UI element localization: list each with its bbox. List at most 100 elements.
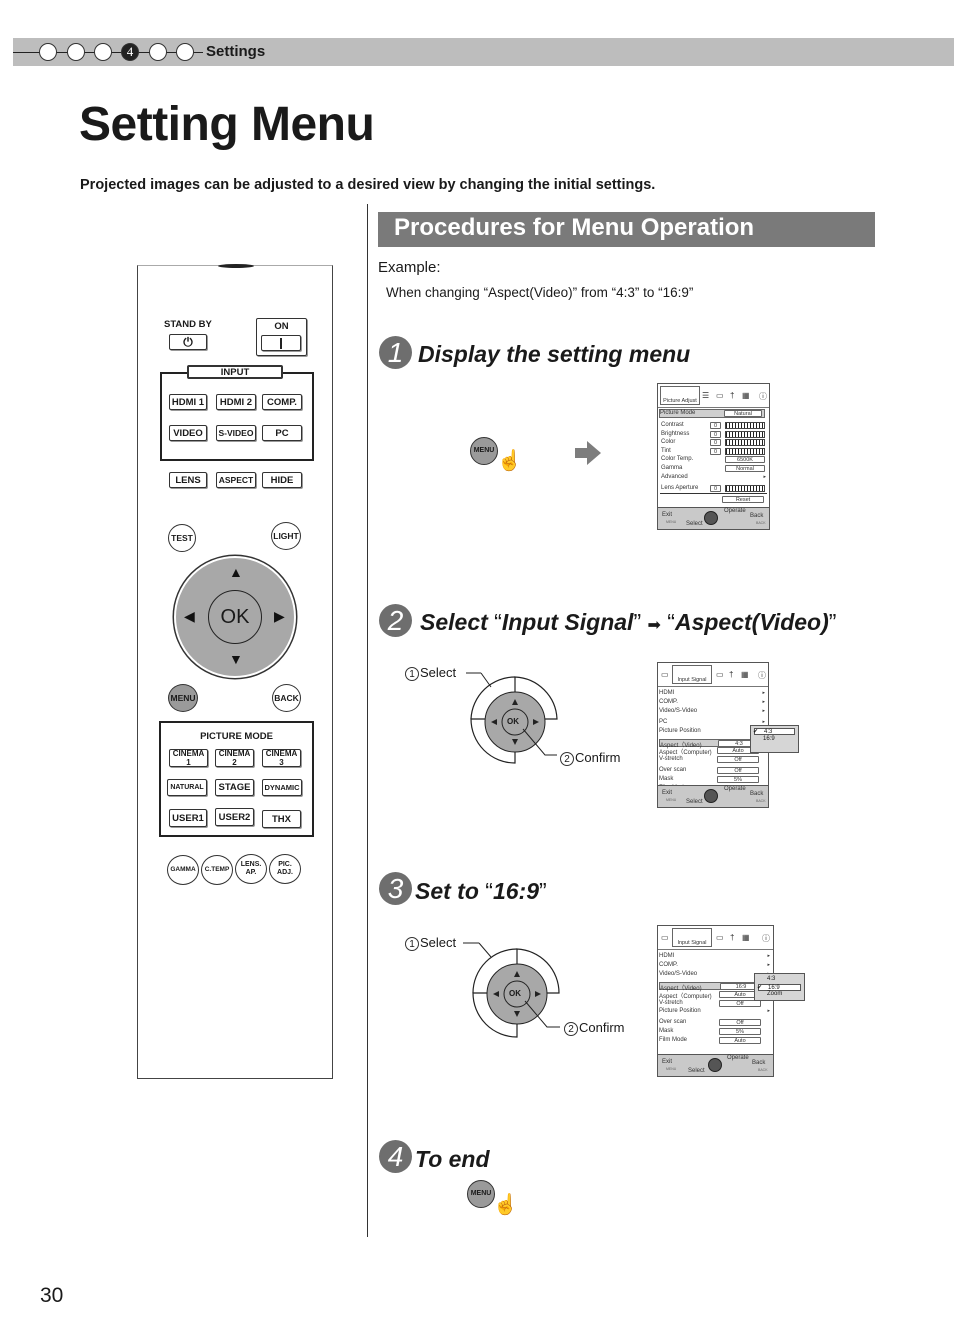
- osd-icon-bar: ▭ Input Signal ▭ † ▦ ⓘ: [658, 926, 773, 950]
- footer-back-key: BACK: [756, 521, 766, 525]
- button-label: CINEMA: [265, 749, 298, 758]
- cinema2-button[interactable]: CINEMA 2: [215, 749, 254, 767]
- title-part: 16:9: [492, 878, 539, 904]
- footer-select: Select: [686, 521, 703, 527]
- row-label: Over scan: [659, 1019, 687, 1026]
- select-text: Select: [420, 665, 457, 680]
- title-part: “: [494, 609, 502, 635]
- title-part: “: [485, 878, 493, 904]
- row-value: Off: [717, 767, 759, 775]
- row-label: PC: [659, 718, 668, 725]
- osd-row: Over scan Off: [659, 1019, 770, 1027]
- osd-row: COMP. ▸: [659, 962, 770, 970]
- footer-back-key: BACK: [756, 799, 766, 803]
- dynamic-button[interactable]: DYNAMIC: [262, 779, 302, 796]
- osd-row: HDMI ▸: [659, 690, 765, 698]
- osd-row: HDMI ▸: [659, 953, 770, 961]
- down-arrow-button[interactable]: ▼: [229, 651, 243, 667]
- info-icon: ⓘ: [758, 671, 766, 680]
- osd-tab-picture-adjust: Picture Adjust: [660, 386, 700, 405]
- ctemp-button[interactable]: C.TEMP: [201, 855, 233, 885]
- user1-button[interactable]: USER1: [169, 809, 207, 827]
- osd-row: COMP. ▸: [659, 699, 765, 707]
- comp-button[interactable]: COMP.: [262, 394, 302, 410]
- row-label: Mask: [659, 776, 674, 783]
- thx-button[interactable]: THX: [262, 810, 301, 828]
- row-value: Off: [719, 1019, 761, 1027]
- osd-row: Lens Aperture 0: [661, 485, 766, 493]
- row-slider: [725, 485, 765, 492]
- user2-button[interactable]: USER2: [215, 808, 254, 826]
- footer-exit-key: MENU: [666, 798, 677, 802]
- hdmi1-button[interactable]: HDMI 1: [169, 394, 207, 410]
- on-button[interactable]: [261, 335, 301, 351]
- popup-option-label: 16:9: [763, 735, 775, 742]
- row-value: Normal: [725, 465, 765, 472]
- cinema3-button[interactable]: CINEMA 3: [262, 749, 301, 767]
- chapter-header-bar: 4 Settings: [13, 38, 954, 66]
- step-1-number: 1: [379, 336, 412, 369]
- row-number: 0: [710, 447, 721, 455]
- pc-button[interactable]: PC: [262, 425, 302, 441]
- osd-row: Contrast 0: [661, 422, 766, 430]
- osd-separator: [660, 493, 767, 494]
- input-group: [160, 372, 314, 461]
- up-arrow-button[interactable]: ▲: [229, 564, 243, 580]
- pic-adj-button[interactable]: PIC. ADJ.: [269, 854, 301, 884]
- menu-button[interactable]: MENU: [168, 684, 198, 712]
- osd-reset-button: Reset: [722, 496, 764, 503]
- footer-operate: Operate: [727, 1055, 749, 1061]
- row-label: Lens Aperture: [661, 485, 699, 491]
- step-circle-number: 1: [405, 667, 419, 681]
- row-value: Auto: [719, 1037, 761, 1045]
- submenu-arrow-icon: ▸: [767, 953, 770, 959]
- chapter-dot: [39, 43, 57, 61]
- lens-ap-button[interactable]: LENS. AP.: [235, 854, 267, 884]
- intro-text: Projected images can be adjusted to a de…: [80, 177, 656, 193]
- video-button[interactable]: VIDEO: [169, 425, 207, 441]
- test-button[interactable]: TEST: [168, 524, 196, 552]
- on-button-frame: ON: [256, 318, 307, 356]
- standby-button[interactable]: ⏻: [169, 334, 207, 350]
- select-label: 1 Select: [405, 935, 456, 951]
- row-label: COMP.: [659, 961, 678, 968]
- submenu-arrow-icon: ▸: [767, 961, 770, 968]
- cinema1-button[interactable]: CINEMA 1: [169, 749, 208, 767]
- row-label: Contrast: [661, 422, 684, 428]
- osd-row: Picture Position ▸: [659, 1008, 770, 1016]
- left-arrow-button[interactable]: ◀: [184, 608, 195, 625]
- popup-option-label: 4:3: [764, 729, 773, 735]
- hdmi2-button[interactable]: HDMI 2: [216, 394, 256, 410]
- osd-picture-mode-row: Picture Mode Natural: [659, 409, 765, 418]
- row-label: Over scan: [659, 767, 687, 774]
- info-icon: ⓘ: [762, 934, 770, 943]
- row-label: Advanced: [661, 473, 688, 480]
- hide-button[interactable]: HIDE: [262, 472, 302, 488]
- title-part: Aspect(Video): [674, 609, 829, 635]
- right-arrow-button[interactable]: ▶: [274, 608, 285, 625]
- title-part: Set to: [415, 878, 486, 904]
- light-button[interactable]: LIGHT: [271, 522, 301, 550]
- natural-button[interactable]: NATURAL: [167, 779, 207, 796]
- osd-icon-bar: Picture Adjust ☰ ▭ † ▦ ⓘ: [658, 384, 769, 408]
- picture-adjust-icon: ▭: [661, 933, 669, 942]
- aspect-button[interactable]: ASPECT: [216, 472, 256, 488]
- button-label: 3: [279, 758, 284, 767]
- s-video-button[interactable]: S-VIDEO: [216, 425, 256, 441]
- ok-button[interactable]: OK: [208, 590, 262, 644]
- gamma-button[interactable]: GAMMA: [167, 855, 199, 885]
- menu-button-illustration: MENU: [470, 437, 498, 465]
- row-label: Picture Position: [659, 1008, 701, 1015]
- title-part: Input Signal: [501, 609, 634, 635]
- button-label: 1: [186, 758, 191, 767]
- submenu-arrow-icon: ▸: [762, 718, 765, 725]
- row-number: 0: [710, 430, 721, 438]
- footer-back: Back: [750, 791, 764, 797]
- popup-option: Zoom: [758, 991, 801, 998]
- osd-row: Gamma Normal: [661, 465, 766, 473]
- lens-button[interactable]: LENS: [169, 472, 207, 488]
- submenu-arrow-icon: ▸: [762, 707, 765, 714]
- back-button[interactable]: BACK: [272, 684, 301, 712]
- stage-button[interactable]: STAGE: [215, 779, 254, 796]
- row-label: Gamma: [661, 465, 683, 471]
